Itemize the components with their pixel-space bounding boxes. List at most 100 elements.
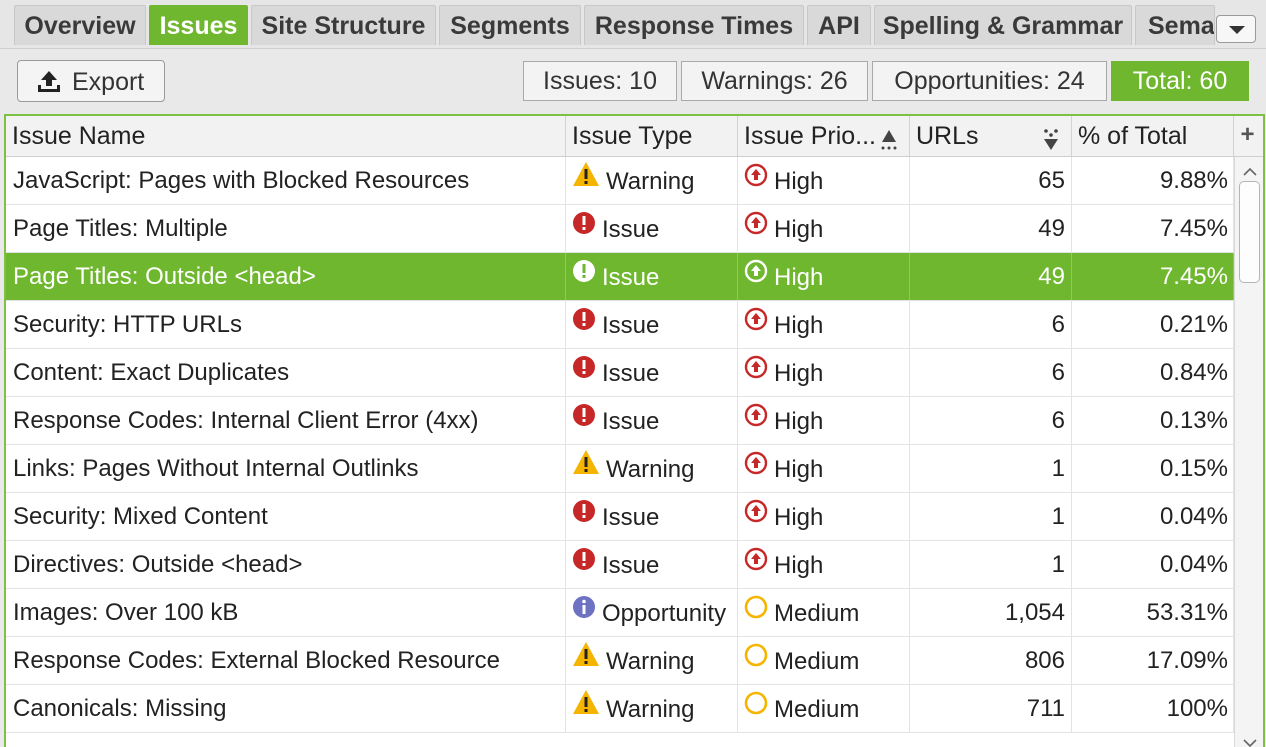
tab-menu-button[interactable]	[1216, 15, 1256, 43]
percent-total-cell: 0.15%	[1072, 445, 1234, 492]
tab-overview[interactable]: Overview	[14, 5, 146, 45]
issue-priority-label: High	[774, 264, 824, 292]
column-header-percent-total[interactable]: % of Total	[1072, 116, 1234, 156]
add-column-button[interactable]: +	[1232, 116, 1263, 156]
sort-descending-icon	[1043, 124, 1059, 156]
issue-type-label: Issue	[602, 552, 660, 580]
column-header-issue-priority[interactable]: Issue Prio...	[738, 116, 910, 156]
urls-count-cell: 6	[910, 301, 1072, 348]
issue-type-label: Issue	[602, 504, 660, 532]
high-priority-arrow-icon	[744, 253, 768, 299]
table-row[interactable]: Security: HTTP URLs Issue High 6 0.21%	[6, 301, 1234, 349]
table-row[interactable]: Page Titles: Multiple Issue High 49 7.45%	[6, 205, 1234, 253]
issue-name-cell: Directives: Outside <head>	[6, 541, 566, 588]
scrollbar-thumb[interactable]	[1239, 181, 1260, 283]
table-row[interactable]: Security: Mixed Content Issue High 1 0.04%	[6, 493, 1234, 541]
urls-count-cell: 711	[910, 685, 1072, 732]
issue-name-cell: Security: Mixed Content	[6, 493, 566, 540]
issue-exclamation-icon	[572, 397, 596, 443]
high-priority-arrow-icon	[744, 397, 768, 443]
table-row[interactable]: Response Codes: Internal Client Error (4…	[6, 397, 1234, 445]
high-priority-arrow-icon	[744, 541, 768, 587]
column-header-priority-label: Issue Prio...	[744, 122, 876, 150]
column-header-issue-name[interactable]: Issue Name	[6, 116, 566, 156]
issue-priority-label: High	[774, 216, 824, 244]
total-count-filter[interactable]: Total: 60	[1111, 61, 1249, 101]
issue-type-cell: Issue	[566, 493, 738, 540]
tab-site-structure[interactable]: Site Structure	[251, 5, 436, 45]
issue-type-cell: Issue	[566, 397, 738, 444]
issue-priority-label: Medium	[774, 600, 860, 628]
table-row[interactable]: Content: Exact Duplicates Issue High 6 0.84%	[6, 349, 1234, 397]
issue-priority-label: High	[774, 168, 824, 196]
issue-name-cell: Canonicals: Missing	[6, 685, 566, 732]
tab-issues[interactable]: Issues	[149, 5, 248, 45]
column-header-issue-type[interactable]: Issue Type	[566, 116, 738, 156]
percent-total-cell: 0.04%	[1072, 493, 1234, 540]
issue-name-cell: Security: HTTP URLs	[6, 301, 566, 348]
scroll-down-icon[interactable]	[1243, 735, 1257, 747]
info-icon	[572, 589, 596, 635]
tab-segments[interactable]: Segments	[439, 5, 581, 45]
warning-triangle-icon	[572, 157, 600, 203]
issue-type-cell: Warning	[566, 445, 738, 492]
percent-total-cell: 7.45%	[1072, 253, 1234, 300]
urls-count-cell: 1	[910, 445, 1072, 492]
urls-count-cell: 1	[910, 541, 1072, 588]
table-row[interactable]: Images: Over 100 kB Opportunity Medium 1,05…	[6, 589, 1234, 637]
percent-total-cell: 100%	[1072, 685, 1234, 732]
issue-priority-cell: High	[738, 349, 910, 396]
medium-priority-circle-icon	[744, 637, 768, 683]
percent-total-cell: 7.45%	[1072, 205, 1234, 252]
warning-triangle-icon	[572, 685, 600, 731]
table-row[interactable]: Canonicals: Missing Warning Medium 711 100%	[6, 685, 1234, 733]
issue-priority-cell: High	[738, 493, 910, 540]
urls-count-cell: 1	[910, 493, 1072, 540]
medium-priority-circle-icon	[744, 685, 768, 731]
issue-type-label: Issue	[602, 360, 660, 388]
tab-response-times[interactable]: Response Times	[584, 5, 804, 45]
issue-type-label: Warning	[606, 696, 695, 724]
warnings-count-filter[interactable]: Warnings: 26	[681, 61, 868, 101]
export-button[interactable]: Export	[17, 60, 165, 102]
table-row[interactable]: Links: Pages Without Internal Outlinks Wa…	[6, 445, 1234, 493]
high-priority-arrow-icon	[744, 349, 768, 395]
issue-exclamation-icon	[572, 493, 596, 539]
issue-name-cell: Images: Over 100 kB	[6, 589, 566, 636]
issue-type-label: Issue	[602, 312, 660, 340]
issue-exclamation-icon	[572, 541, 596, 587]
issue-priority-label: High	[774, 456, 824, 484]
issue-priority-label: Medium	[774, 648, 860, 676]
column-header-urls-label: URLs	[916, 122, 979, 150]
issue-type-cell: Issue	[566, 349, 738, 396]
table-row[interactable]: JavaScript: Pages with Blocked Resources…	[6, 157, 1234, 205]
issue-priority-label: High	[774, 504, 824, 532]
warning-triangle-icon	[572, 637, 600, 683]
column-header-urls[interactable]: URLs	[910, 116, 1072, 156]
table-row[interactable]: Response Codes: External Blocked Resourc…	[6, 637, 1234, 685]
table-row[interactable]: Page Titles: Outside <head> Issue High 49 7.…	[6, 253, 1234, 301]
opportunities-count-filter[interactable]: Opportunities: 24	[872, 61, 1107, 101]
issue-priority-cell: Medium	[738, 685, 910, 732]
issues-count-filter[interactable]: Issues: 10	[523, 61, 677, 101]
vertical-scrollbar[interactable]	[1234, 157, 1263, 747]
tab-semantic[interactable]: Sema	[1135, 5, 1215, 45]
table-row[interactable]: Directives: Outside <head> Issue High 1 0.04…	[6, 541, 1234, 589]
issue-name-cell: Content: Exact Duplicates	[6, 349, 566, 396]
high-priority-arrow-icon	[744, 205, 768, 251]
issue-priority-cell: High	[738, 541, 910, 588]
percent-total-cell: 0.21%	[1072, 301, 1234, 348]
issue-type-cell: Warning	[566, 637, 738, 684]
scroll-up-icon[interactable]	[1243, 163, 1257, 181]
issue-priority-cell: High	[738, 157, 910, 204]
tab-api[interactable]: API	[807, 5, 871, 45]
issue-type-cell: Issue	[566, 253, 738, 300]
urls-count-cell: 1,054	[910, 589, 1072, 636]
issue-type-label: Warning	[606, 648, 695, 676]
issue-priority-label: High	[774, 312, 824, 340]
tab-spelling-grammar[interactable]: Spelling & Grammar	[874, 5, 1132, 45]
chevron-down-icon	[1229, 26, 1245, 34]
issue-exclamation-icon	[572, 253, 596, 299]
issue-type-cell: Issue	[566, 205, 738, 252]
issue-name-cell: Response Codes: Internal Client Error (4…	[6, 397, 566, 444]
